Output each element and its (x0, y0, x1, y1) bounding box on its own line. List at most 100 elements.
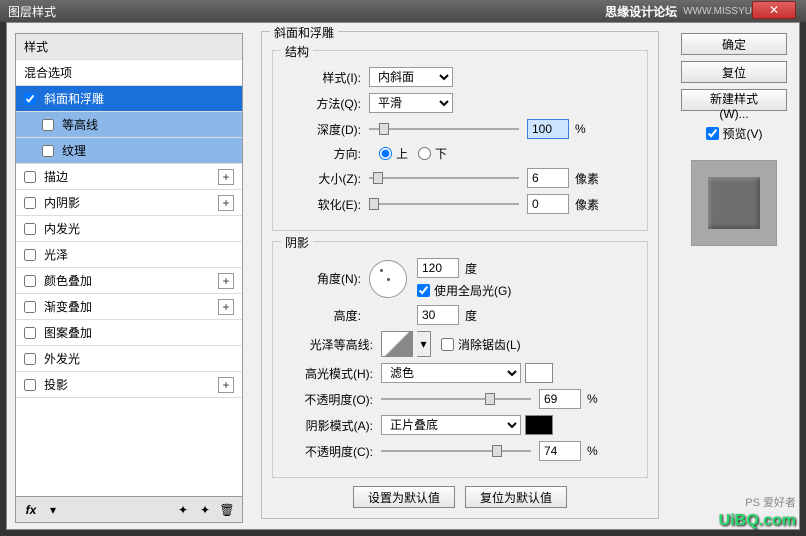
depth-input[interactable] (527, 119, 569, 139)
window-title: 图层样式 (8, 3, 605, 20)
right-panel: 确定 复位 新建样式(W)... 预览(V) (669, 23, 799, 529)
style-drop-shadow[interactable]: 投影+ (16, 372, 242, 398)
highlight-mode-label: 高光模式(H): (283, 365, 373, 382)
style-texture[interactable]: 纹理 (16, 138, 242, 164)
gradient-overlay-checkbox[interactable] (24, 301, 36, 313)
size-label: 大小(Z): (283, 170, 361, 187)
style-gradient-overlay[interactable]: 渐变叠加+ (16, 294, 242, 320)
styles-list: 样式 混合选项 斜面和浮雕 等高线 纹理 描边+ 内阴影+ 内发光 光泽 颜色叠… (15, 33, 243, 497)
shadow-mode-select[interactable]: 正片叠底 (381, 415, 521, 435)
make-default-button[interactable]: 设置为默认值 (353, 486, 455, 508)
style-inner-glow[interactable]: 内发光 (16, 216, 242, 242)
depth-slider[interactable] (369, 121, 519, 137)
site-name: 思缘设计论坛 (605, 3, 677, 20)
add-stroke-icon[interactable]: + (218, 169, 234, 185)
shadow-mode-label: 阴影模式(A): (283, 417, 373, 434)
inner-shadow-checkbox[interactable] (24, 197, 36, 209)
fx-icon[interactable]: fx (24, 503, 38, 517)
bevel-legend: 斜面和浮雕 (270, 24, 338, 41)
layer-style-dialog: 样式 混合选项 斜面和浮雕 等高线 纹理 描边+ 内阴影+ 内发光 光泽 颜色叠… (6, 22, 800, 530)
add-drop-shadow-icon[interactable]: + (218, 377, 234, 393)
inner-glow-checkbox[interactable] (24, 223, 36, 235)
global-light-checkbox[interactable] (417, 284, 430, 297)
move-down-icon[interactable]: ✦ (198, 503, 212, 517)
add-inner-shadow-icon[interactable]: + (218, 195, 234, 211)
shadow-color-swatch[interactable] (525, 415, 553, 435)
shadow-opacity-input[interactable] (539, 441, 581, 461)
contour-swatch[interactable] (381, 331, 413, 357)
move-up-icon[interactable]: ✦ (176, 503, 190, 517)
drop-shadow-checkbox[interactable] (24, 379, 36, 391)
shadow-opacity-slider[interactable] (381, 443, 531, 459)
watermark-site: UiBQ.com (719, 512, 796, 530)
highlight-opacity-slider[interactable] (381, 391, 531, 407)
highlight-opacity-label: 不透明度(O): (283, 391, 373, 408)
new-style-button[interactable]: 新建样式(W)... (681, 89, 787, 111)
satin-checkbox[interactable] (24, 249, 36, 261)
trash-icon[interactable]: 🗑 (220, 503, 234, 517)
soften-slider[interactable] (369, 196, 519, 212)
highlight-color-swatch[interactable] (525, 363, 553, 383)
close-button[interactable]: ✕ (752, 1, 796, 19)
depth-label: 深度(D): (283, 121, 361, 138)
angle-input[interactable] (417, 258, 459, 278)
style-bevel-emboss[interactable]: 斜面和浮雕 (16, 86, 242, 112)
close-icon: ✕ (769, 3, 779, 17)
anti-alias-checkbox[interactable] (441, 338, 454, 351)
texture-checkbox[interactable] (42, 145, 54, 157)
styles-footer: fx ▾ ✦ ✦ 🗑 (15, 497, 243, 523)
angle-dial[interactable] (369, 260, 407, 298)
style-stroke[interactable]: 描边+ (16, 164, 242, 190)
bevel-checkbox[interactable] (24, 93, 36, 105)
contour-checkbox[interactable] (42, 119, 54, 131)
gloss-contour-label: 光泽等高线: (283, 336, 373, 353)
titlebar: 图层样式 思缘设计论坛 WWW.MISSYUAN.COM ✕ (0, 0, 806, 22)
angle-label: 角度(N): (283, 270, 361, 287)
highlight-mode-select[interactable]: 滤色 (381, 363, 521, 383)
add-color-overlay-icon[interactable]: + (218, 273, 234, 289)
direction-label: 方向: (283, 145, 361, 162)
technique-select[interactable]: 平滑 (369, 93, 453, 113)
direction-down-radio[interactable] (418, 147, 431, 160)
styles-panel: 样式 混合选项 斜面和浮雕 等高线 纹理 描边+ 内阴影+ 内发光 光泽 颜色叠… (7, 23, 251, 529)
size-slider[interactable] (369, 170, 519, 186)
add-gradient-overlay-icon[interactable]: + (218, 299, 234, 315)
watermark-logo: PS 爱好者 (745, 494, 796, 510)
contour-dropdown-icon[interactable]: ▾ (417, 331, 431, 357)
style-label: 样式(I): (283, 69, 361, 86)
style-outer-glow[interactable]: 外发光 (16, 346, 242, 372)
structure-group: 结构 样式(I):内斜面 方法(Q):平滑 深度(D):% 方向:上下 大小(Z… (272, 50, 648, 231)
structure-legend: 结构 (281, 43, 313, 60)
cancel-button[interactable]: 复位 (681, 61, 787, 83)
altitude-label: 高度: (283, 307, 361, 324)
bevel-group: 斜面和浮雕 结构 样式(I):内斜面 方法(Q):平滑 深度(D):% 方向:上… (261, 31, 659, 519)
styles-header: 样式 (16, 34, 242, 60)
shading-group: 阴影 角度(N): 度 使用全局光(G) 高度:度 光泽等高线:▾消除锯齿(L)… (272, 241, 648, 478)
style-satin[interactable]: 光泽 (16, 242, 242, 268)
settings-panel: 斜面和浮雕 结构 样式(I):内斜面 方法(Q):平滑 深度(D):% 方向:上… (251, 23, 669, 529)
preview-box (691, 160, 777, 246)
style-pattern-overlay[interactable]: 图案叠加 (16, 320, 242, 346)
preview-checkbox[interactable] (706, 127, 719, 140)
reset-default-button[interactable]: 复位为默认值 (465, 486, 567, 508)
direction-up-radio[interactable] (379, 147, 392, 160)
style-inner-shadow[interactable]: 内阴影+ (16, 190, 242, 216)
pattern-overlay-checkbox[interactable] (24, 327, 36, 339)
preview-swatch (708, 177, 760, 229)
stroke-checkbox[interactable] (24, 171, 36, 183)
blend-options-row[interactable]: 混合选项 (16, 60, 242, 86)
soften-label: 软化(E): (283, 196, 361, 213)
shadow-opacity-label: 不透明度(C): (283, 443, 373, 460)
color-overlay-checkbox[interactable] (24, 275, 36, 287)
altitude-input[interactable] (417, 305, 459, 325)
ok-button[interactable]: 确定 (681, 33, 787, 55)
outer-glow-checkbox[interactable] (24, 353, 36, 365)
shading-legend: 阴影 (281, 234, 313, 251)
style-contour[interactable]: 等高线 (16, 112, 242, 138)
highlight-opacity-input[interactable] (539, 389, 581, 409)
style-select[interactable]: 内斜面 (369, 67, 453, 87)
fx-menu-icon[interactable]: ▾ (46, 503, 60, 517)
size-input[interactable] (527, 168, 569, 188)
style-color-overlay[interactable]: 颜色叠加+ (16, 268, 242, 294)
soften-input[interactable] (527, 194, 569, 214)
